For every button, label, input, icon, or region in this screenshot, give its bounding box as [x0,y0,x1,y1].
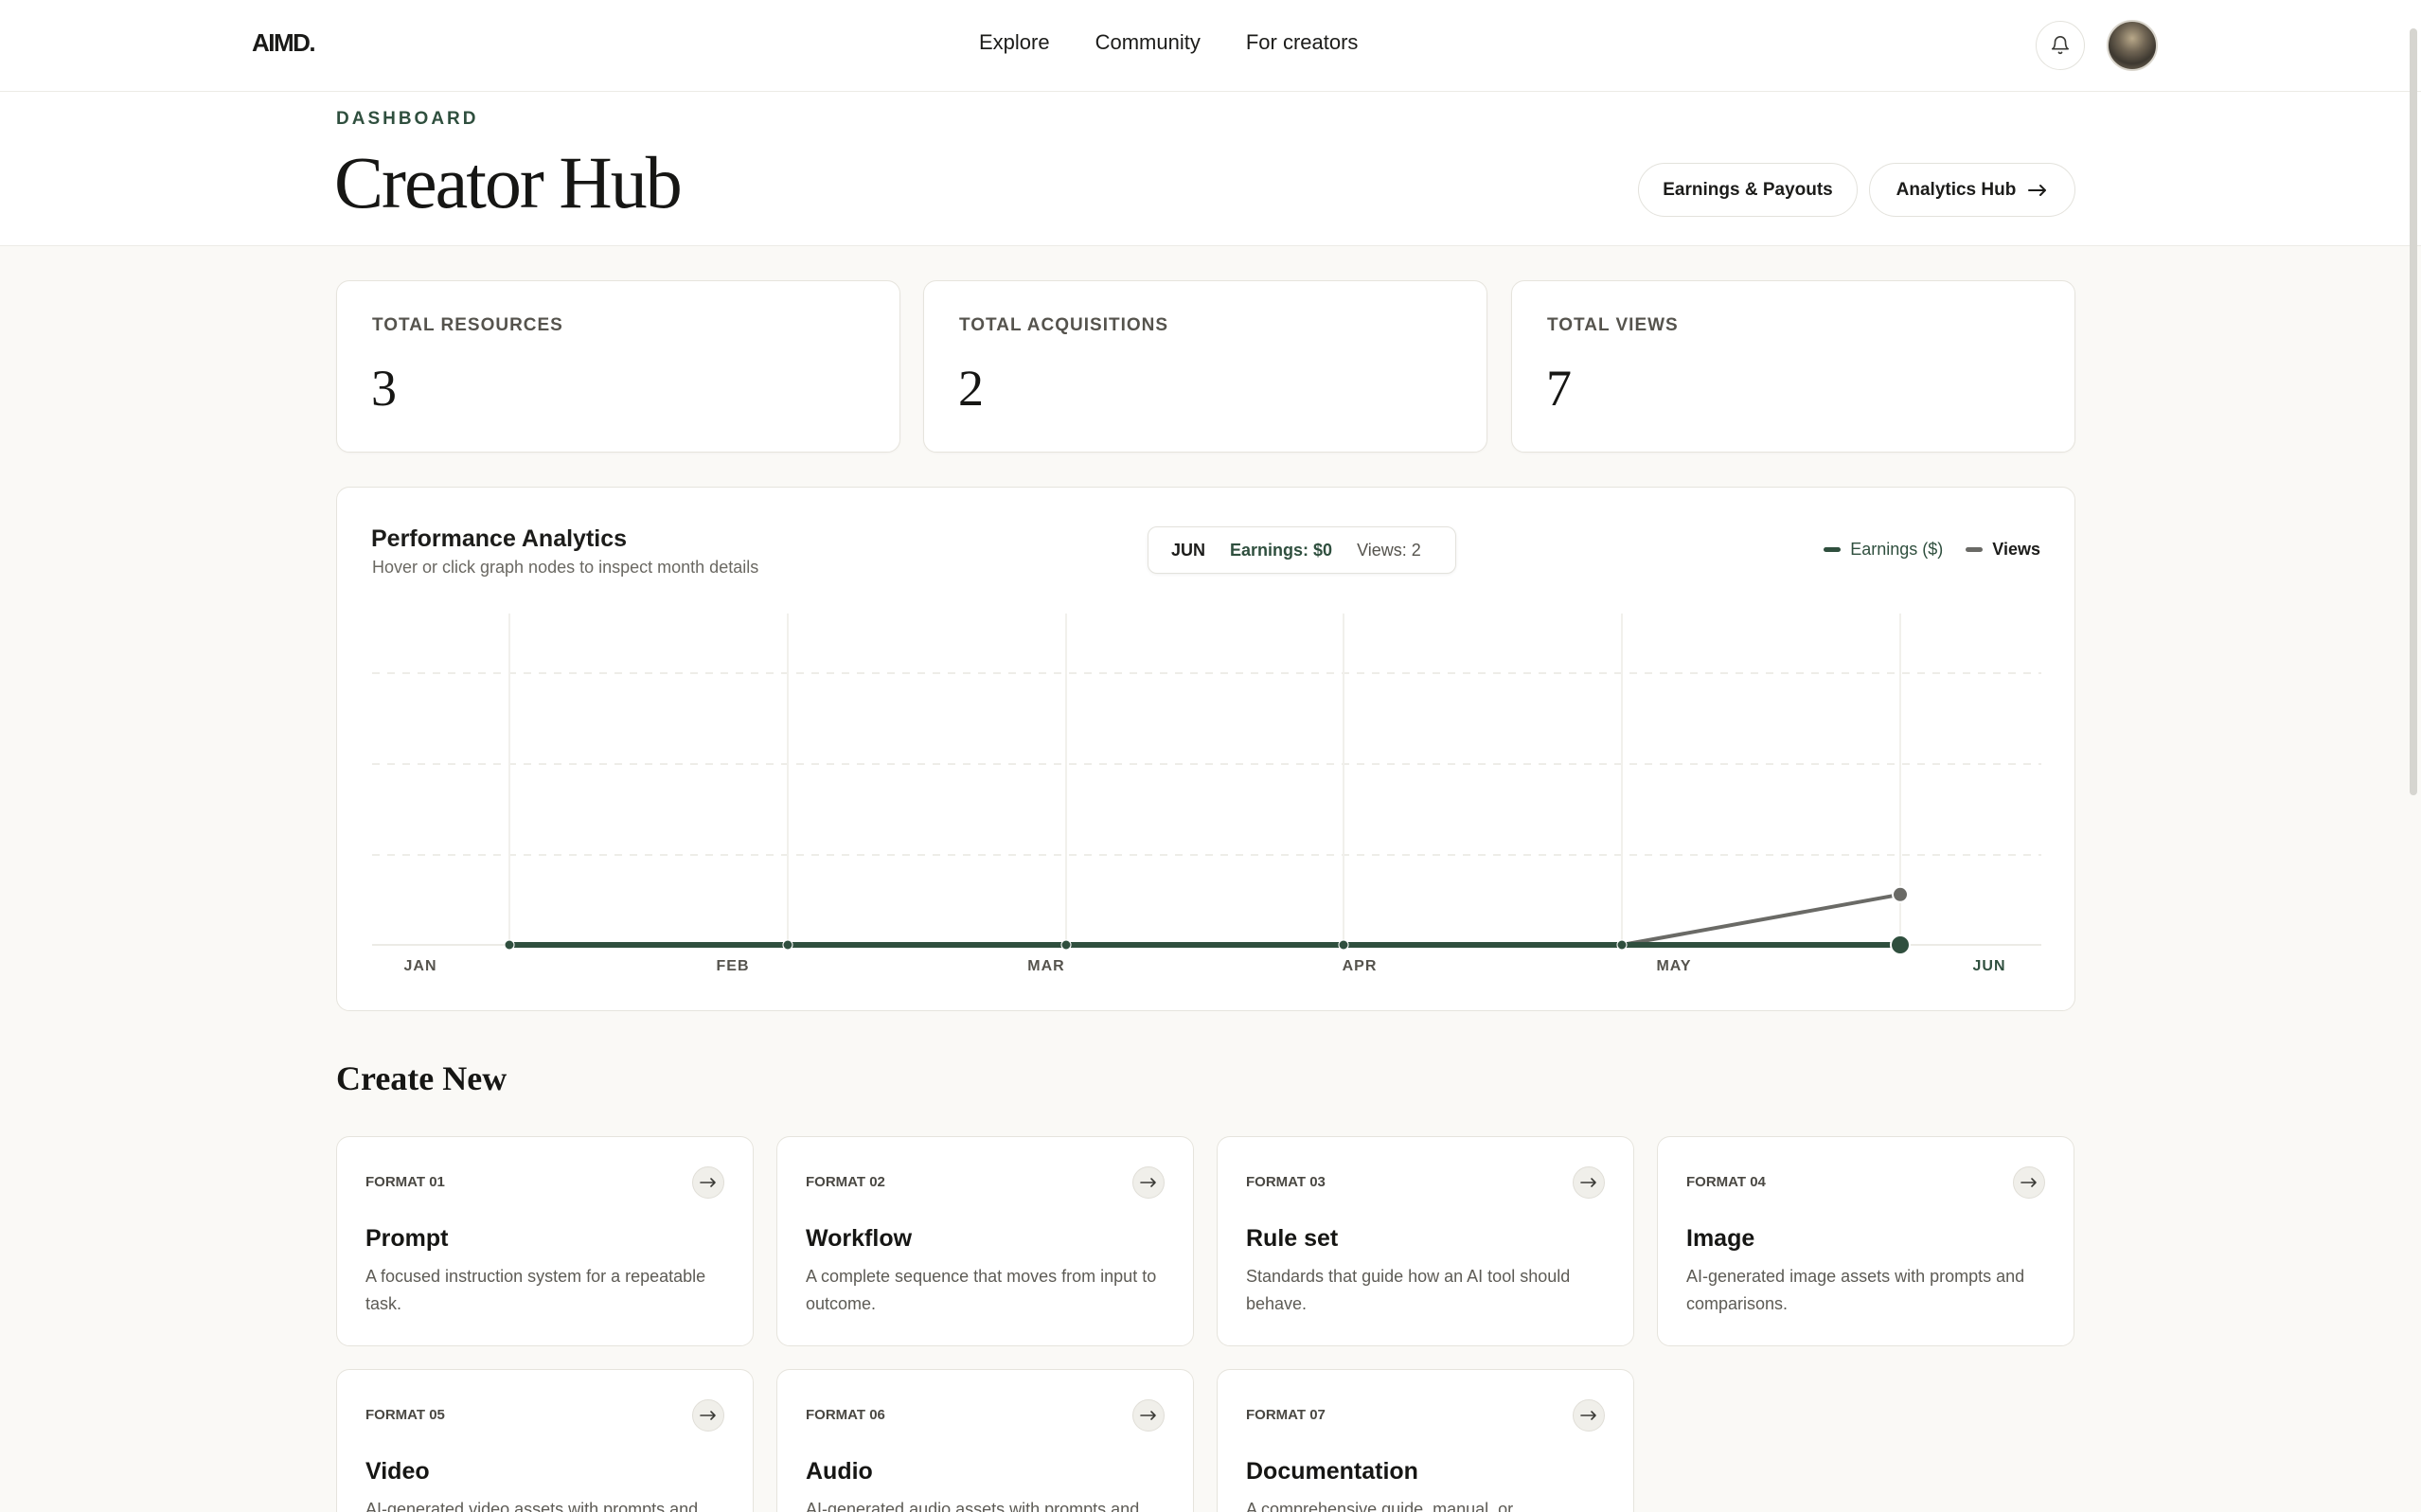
stat-label: TOTAL VIEWS [1547,315,1679,335]
format-description: AI-generated video assets with prompts a… [365,1500,699,1512]
stat-card-views: TOTAL VIEWS 7 [1511,280,2075,453]
main-nav: Explore Community For creators [979,30,1403,55]
format-card[interactable]: FORMAT 06 Audio AI-generated audio assets … [776,1369,1194,1512]
format-description: A complete sequence that moves from inpu… [806,1267,1157,1313]
format-number: FORMAT 04 [1686,1174,1766,1190]
earnings-point [1616,939,1628,951]
page-title: Creator Hub [334,141,683,223]
user-avatar[interactable] [2107,20,2158,71]
format-description: AI-generated image assets with prompts a… [1686,1267,2025,1313]
views-point [1892,885,1909,903]
bell-icon [2051,36,2070,55]
performance-analytics-card: Performance Analytics Hover or click gra… [336,487,2075,1011]
format-open-button[interactable] [2013,1166,2045,1199]
format-open-button[interactable] [692,1399,724,1432]
format-number: FORMAT 07 [1246,1407,1326,1423]
stat-card-acquisitions: TOTAL ACQUISITIONS 2 [923,280,1487,453]
x-tick-label: MAR [1027,958,1064,974]
earnings-payouts-label: Earnings & Payouts [1663,179,1833,200]
format-name: Rule set [1246,1225,1339,1252]
x-tick-label: JUN [1972,958,2005,974]
format-name: Video [365,1458,430,1485]
x-tick-label: FEB [717,958,750,974]
format-name: Prompt [365,1225,449,1252]
arrow-right-icon [700,1178,716,1187]
earnings-payouts-button[interactable]: Earnings & Payouts [1638,163,1858,217]
format-name: Workflow [806,1225,913,1252]
format-number: FORMAT 02 [806,1174,885,1190]
format-card[interactable]: FORMAT 05 Video AI-generated video assets … [336,1369,754,1512]
format-name: Image [1686,1225,1755,1252]
x-tick-label: APR [1343,958,1378,974]
earnings-point [1338,939,1349,951]
stat-value: 2 [958,360,984,417]
format-name: Audio [806,1458,873,1485]
nav-explore[interactable]: Explore [979,30,1050,55]
page-eyebrow: DASHBOARD [336,109,479,129]
format-number: FORMAT 01 [365,1174,445,1190]
earnings-point [1060,939,1072,951]
format-card[interactable]: FORMAT 04 Image AI-generated image assets … [1657,1136,2074,1346]
stat-label: TOTAL ACQUISITIONS [959,315,1169,335]
format-open-button[interactable] [1132,1166,1165,1199]
x-tick-label: MAY [1656,958,1691,974]
performance-chart: JAN FEB MAR APR MAY JUN [372,614,2041,974]
nav-community[interactable]: Community [1095,30,1201,55]
arrow-right-icon [1580,1178,1596,1187]
views-line [507,892,1902,947]
format-open-button[interactable] [1573,1399,1605,1432]
stat-label: TOTAL RESOURCES [372,315,563,335]
arrow-right-icon [700,1411,716,1420]
arrow-right-icon [1140,1411,1156,1420]
x-tick-label: JAN [403,958,436,974]
format-description: Standards that guide how an AI tool shou… [1246,1267,1571,1313]
arrow-right-icon [2020,1178,2037,1187]
top-navbar: AIMD. Explore Community For creators [0,0,2421,92]
arrow-right-icon [1580,1411,1596,1420]
format-card[interactable]: FORMAT 01 Prompt A focused instruction sys… [336,1136,754,1346]
create-new-title: Create New [336,1059,507,1097]
earnings-point [504,939,515,951]
format-open-button[interactable] [692,1166,724,1199]
format-number: FORMAT 06 [806,1407,885,1423]
format-open-button[interactable] [1573,1166,1605,1199]
format-number: FORMAT 05 [365,1407,445,1423]
earnings-point [782,939,793,951]
format-open-button[interactable] [1132,1399,1165,1432]
format-description: A comprehensive guide, manual, or [1246,1500,1514,1512]
nav-for-creators[interactable]: For creators [1246,30,1359,55]
stat-value: 3 [371,360,397,417]
arrow-right-icon [2028,184,2047,196]
scrollbar[interactable] [2410,28,2417,795]
format-card[interactable]: FORMAT 03 Rule set Standards that guide ho… [1217,1136,1634,1346]
format-description: A focused instruction system for a repea… [365,1267,706,1313]
earnings-point [1890,934,1911,955]
format-name: Documentation [1246,1458,1418,1485]
format-number: FORMAT 03 [1246,1174,1326,1190]
notifications-button[interactable] [2036,21,2085,70]
format-description: AI-generated audio assets with prompts a… [806,1500,1140,1512]
stat-card-resources: TOTAL RESOURCES 3 [336,280,900,453]
analytics-hub-label: Analytics Hub [1896,179,2017,200]
stat-value: 7 [1546,360,1572,417]
analytics-hub-button[interactable]: Analytics Hub [1869,163,2075,217]
logo[interactable]: AIMD. [252,28,316,58]
format-card[interactable]: FORMAT 07 Documentation A comprehensive gu… [1217,1369,1634,1512]
format-card[interactable]: FORMAT 02 Workflow A complete sequence tha… [776,1136,1194,1346]
arrow-right-icon [1140,1178,1156,1187]
